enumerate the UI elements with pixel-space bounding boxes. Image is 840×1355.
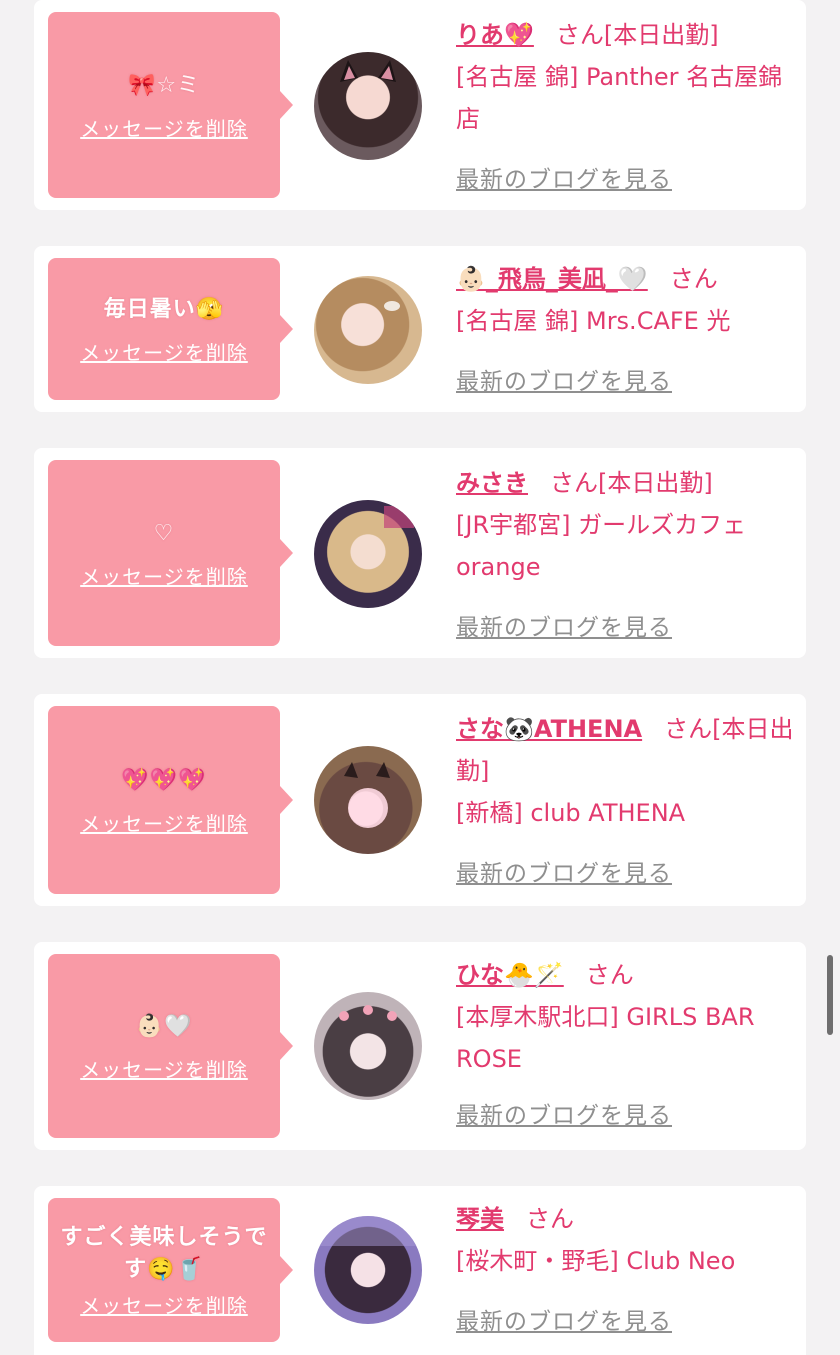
cast-card: すごく美味しそうです🤤🥤 メッセージを削除 琴美 さん [桜木町・野毛] Club…	[34, 1186, 806, 1355]
san-label: さん	[555, 21, 604, 49]
cast-name-link[interactable]: さな🐼ATHENA	[456, 715, 642, 743]
cast-avatar[interactable]	[314, 992, 422, 1100]
cast-card: 💖💖💖 メッセージを削除 さな🐼ATHENA さん[本日出勤] [新橋] club…	[34, 694, 806, 906]
cast-card: 👶🏻🤍 メッセージを削除 ひな🐣🪄 さん [本厚木駅北口] GIRLS BAR R…	[34, 942, 806, 1150]
cast-name-link[interactable]: 琴美	[456, 1205, 504, 1233]
view-blog-link[interactable]: 最新のブログを見る	[456, 854, 672, 888]
avatar-photo-icon	[384, 301, 400, 311]
cast-info: ひな🐣🪄 さん [本厚木駅北口] GIRLS BAR ROSE	[456, 954, 794, 1080]
shop-name: [名古屋 錦] Panther 名古屋錦店	[456, 63, 783, 133]
work-status: [本日出勤]	[598, 469, 713, 497]
view-blog-link[interactable]: 最新のブログを見る	[456, 608, 672, 642]
scrollbar-thumb[interactable]	[827, 955, 833, 1035]
delete-message-link[interactable]: メッセージを削除	[80, 1054, 248, 1083]
san-label: さん	[550, 469, 598, 497]
avatar-photo-icon	[314, 1216, 422, 1246]
message-text: すごく美味しそうです🤤🥤	[60, 1224, 268, 1282]
shop-name: [名古屋 錦] Mrs.CAFE 光	[456, 307, 731, 335]
cast-card: 毎日暑い🫣 メッセージを削除 👶🏻_飛鳥_美凪_🤍 さん [名古屋 錦] Mrs.…	[34, 246, 806, 412]
work-status: [本日出勤]	[603, 21, 719, 49]
avatar-photo-icon	[384, 506, 414, 528]
cast-avatar[interactable]	[314, 276, 422, 384]
view-blog-link[interactable]: 最新のブログを見る	[456, 1096, 672, 1130]
message-text: ♡	[153, 520, 175, 546]
shop-name: [桜木町・野毛] Club Neo	[456, 1247, 736, 1275]
message-text: 🎀☆ミ	[127, 72, 201, 98]
delete-message-link[interactable]: メッセージを削除	[80, 561, 248, 590]
cast-name-link[interactable]: みさき	[456, 469, 528, 497]
view-blog-link[interactable]: 最新のブログを見る	[456, 1302, 672, 1336]
cast-info: さな🐼ATHENA さん[本日出勤] [新橋] club ATHENA	[456, 708, 794, 834]
san-label: さん	[664, 715, 713, 743]
view-blog-link[interactable]: 最新のブログを見る	[456, 362, 672, 396]
message-bubble: 🎀☆ミ メッセージを削除	[48, 12, 293, 198]
message-text: 毎日暑い🫣	[103, 296, 225, 322]
cast-name-link[interactable]: 👶🏻_飛鳥_美凪_🤍	[456, 265, 648, 293]
favorite-cast-list: 🎀☆ミ メッセージを削除 りあ💖 さん[本日出勤] [名古屋 錦] Panther…	[0, 0, 840, 1355]
san-label: さん	[585, 961, 634, 989]
delete-message-link[interactable]: メッセージを削除	[80, 1290, 248, 1319]
shop-name: [新橋] club ATHENA	[456, 799, 686, 827]
cast-card: 🎀☆ミ メッセージを削除 りあ💖 さん[本日出勤] [名古屋 錦] Panther…	[34, 0, 806, 210]
delete-message-link[interactable]: メッセージを削除	[80, 337, 248, 366]
message-text: 💖💖💖	[121, 767, 207, 793]
message-text: 👶🏻🤍	[135, 1013, 193, 1039]
cast-avatar[interactable]	[314, 1216, 422, 1324]
cast-avatar[interactable]	[314, 746, 422, 854]
cast-name-link[interactable]: ひな🐣🪄	[456, 961, 564, 989]
cast-info: 👶🏻_飛鳥_美凪_🤍 さん [名古屋 錦] Mrs.CAFE 光	[456, 258, 794, 342]
message-bubble: 💖💖💖 メッセージを削除	[48, 706, 293, 894]
avatar-photo-icon	[340, 60, 396, 82]
delete-message-link[interactable]: メッセージを削除	[80, 113, 248, 142]
cast-card: ♡ メッセージを削除 みさき さん[本日出勤] [JR宇都宮] ガールズカフェ o…	[34, 448, 806, 658]
message-bubble: 👶🏻🤍 メッセージを削除	[48, 954, 293, 1138]
san-label: さん	[669, 265, 718, 293]
cast-name-link[interactable]: りあ💖	[456, 21, 534, 49]
cast-info: みさき さん[本日出勤] [JR宇都宮] ガールズカフェ orange	[456, 462, 794, 588]
avatar-photo-icon	[344, 762, 390, 828]
san-label: さん	[526, 1205, 574, 1233]
avatar-photo-icon	[339, 1005, 397, 1021]
delete-message-link[interactable]: メッセージを削除	[80, 808, 248, 837]
shop-name: [本厚木駅北口] GIRLS BAR ROSE	[456, 1003, 755, 1073]
cast-avatar[interactable]	[314, 52, 422, 160]
shop-name: [JR宇都宮] ガールズカフェ orange	[456, 511, 747, 581]
view-blog-link[interactable]: 最新のブログを見る	[456, 160, 672, 194]
cast-info: りあ💖 さん[本日出勤] [名古屋 錦] Panther 名古屋錦店	[456, 14, 794, 140]
message-bubble: 毎日暑い🫣 メッセージを削除	[48, 258, 293, 400]
cast-info: 琴美 さん [桜木町・野毛] Club Neo	[456, 1198, 794, 1282]
cast-avatar[interactable]	[314, 500, 422, 608]
message-bubble: すごく美味しそうです🤤🥤 メッセージを削除	[48, 1198, 293, 1342]
message-bubble: ♡ メッセージを削除	[48, 460, 293, 646]
